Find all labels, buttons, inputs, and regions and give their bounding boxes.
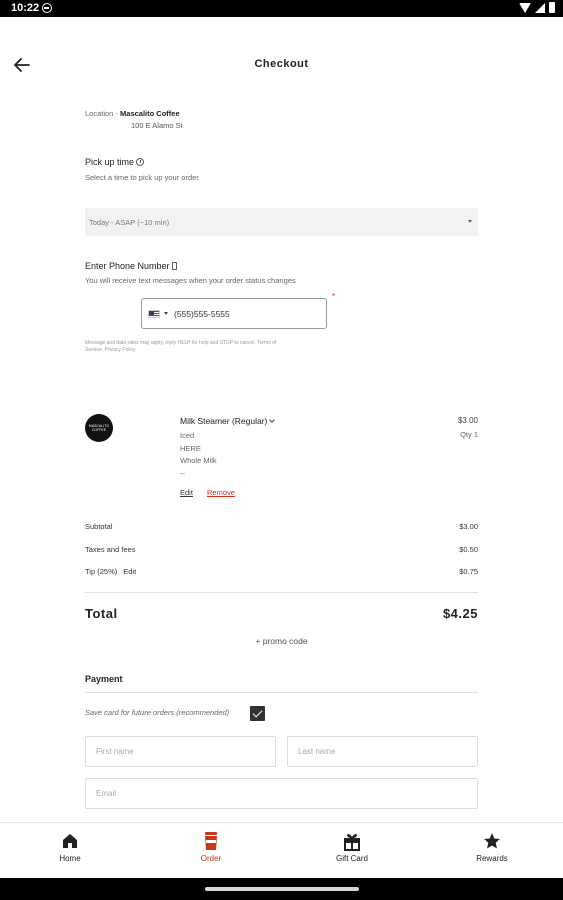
- home-gesture-handle[interactable]: [205, 887, 359, 891]
- save-card-checkbox[interactable]: [250, 706, 265, 721]
- signal-icon: [535, 2, 545, 13]
- phone-icon: [171, 262, 177, 270]
- item-modifier: --: [180, 468, 185, 478]
- taxes-label: Taxes and fees: [85, 545, 136, 554]
- location-info: Location - Mascalito Coffee 100 E Alamo …: [85, 108, 183, 132]
- total-value: $4.25: [442, 606, 478, 621]
- page-title: Checkout: [254, 58, 309, 70]
- cup-icon: [205, 832, 217, 850]
- pickup-subtitle: Select a time to pick up your order: [85, 173, 199, 182]
- total-row: Total $4.25: [85, 606, 478, 621]
- phone-input[interactable]: (555)555-5555: [141, 298, 327, 329]
- star-icon: [484, 833, 500, 849]
- payment-title: Payment: [85, 674, 123, 684]
- tip-row: Tip (25%) Edit $0.75: [85, 567, 478, 576]
- required-marker: *: [332, 292, 336, 301]
- subtotal-value: $3.00: [459, 522, 478, 531]
- nav-rewards-label: Rewards: [476, 854, 508, 863]
- nav-gift-card-label: Gift Card: [335, 854, 368, 863]
- nav-rewards[interactable]: Rewards: [452, 831, 532, 863]
- subtotal-label: Subtotal: [85, 522, 113, 531]
- item-modifiers: Iced HERE Whole Milk --: [180, 430, 217, 480]
- nav-order[interactable]: Order: [171, 831, 251, 863]
- chevron-down-icon: [269, 417, 276, 423]
- phone-subtitle: You will receive text messages when your…: [85, 276, 296, 285]
- status-time: 10:22: [11, 2, 40, 14]
- pickup-time-select[interactable]: Today - ASAP (~10 min): [85, 208, 478, 236]
- status-icons: [519, 2, 555, 13]
- clock-icon: [136, 158, 145, 166]
- do-not-disturb-icon: [42, 3, 52, 13]
- location-label: Location -: [85, 109, 118, 118]
- item-modifier: Iced: [180, 431, 195, 440]
- tip-value: $0.75: [459, 567, 478, 576]
- home-icon: [63, 834, 77, 848]
- caret-down-icon: [468, 220, 472, 223]
- store-logo: MASCALITO COFFEE: [85, 414, 113, 442]
- app-bar: Checkout: [0, 17, 563, 112]
- nav-home[interactable]: Home: [30, 831, 110, 863]
- phone-title: Enter Phone Number: [85, 261, 177, 271]
- item-modifier: HERE: [180, 443, 201, 453]
- phone-title-text: Enter Phone Number: [85, 261, 170, 271]
- phone-value: (555)555-5555: [174, 308, 230, 319]
- pickup-time-value: Today - ASAP (~10 min): [89, 218, 170, 227]
- gift-icon: [344, 834, 360, 851]
- status-bar: 10:22: [0, 0, 563, 17]
- taxes-value: $0.50: [459, 545, 478, 554]
- subtotal-row: Subtotal $3.00: [85, 522, 478, 531]
- store-name: Mascalito Coffee: [120, 109, 180, 118]
- country-caret-icon[interactable]: [164, 312, 168, 315]
- promo-code-link[interactable]: + promo code: [0, 636, 563, 646]
- divider: [85, 592, 478, 593]
- item-name[interactable]: Milk Steamer (Regular): [180, 416, 276, 426]
- item-name-text: Milk Steamer (Regular): [180, 416, 268, 426]
- pickup-title: Pick up time: [85, 157, 145, 167]
- divider: [85, 692, 478, 693]
- total-label: Total: [85, 606, 118, 621]
- item-modifier: Whole Milk: [180, 456, 217, 465]
- bottom-nav: Home Order Gift Card Rewards: [0, 822, 563, 878]
- first-name-field[interactable]: First name: [85, 736, 276, 767]
- us-flag-icon[interactable]: [148, 309, 160, 318]
- gesture-bar: [0, 878, 563, 900]
- nav-home-label: Home: [59, 854, 81, 863]
- item-price: $3.00: [457, 416, 478, 425]
- edit-item-link[interactable]: Edit: [180, 488, 193, 497]
- last-name-field[interactable]: Last name: [287, 736, 478, 767]
- save-card-label: Save card for future orders (recommended…: [85, 708, 230, 717]
- wifi-icon: [519, 2, 531, 13]
- battery-icon: [549, 2, 555, 13]
- pickup-title-text: Pick up time: [85, 157, 135, 167]
- email-field[interactable]: Email: [85, 778, 478, 809]
- nav-order-label: Order: [200, 854, 222, 863]
- remove-item-link[interactable]: Remove: [207, 488, 235, 497]
- sms-disclaimer: Message and data rates may apply, reply …: [85, 340, 277, 353]
- nav-gift-card[interactable]: Gift Card: [312, 831, 392, 863]
- taxes-row: Taxes and fees $0.50: [85, 545, 478, 554]
- item-qty: Qty 1: [460, 430, 478, 439]
- store-address: 100 E Alamo St: [131, 121, 183, 130]
- edit-tip-link[interactable]: Edit: [123, 567, 136, 576]
- tip-label: Tip (25%): [85, 567, 118, 576]
